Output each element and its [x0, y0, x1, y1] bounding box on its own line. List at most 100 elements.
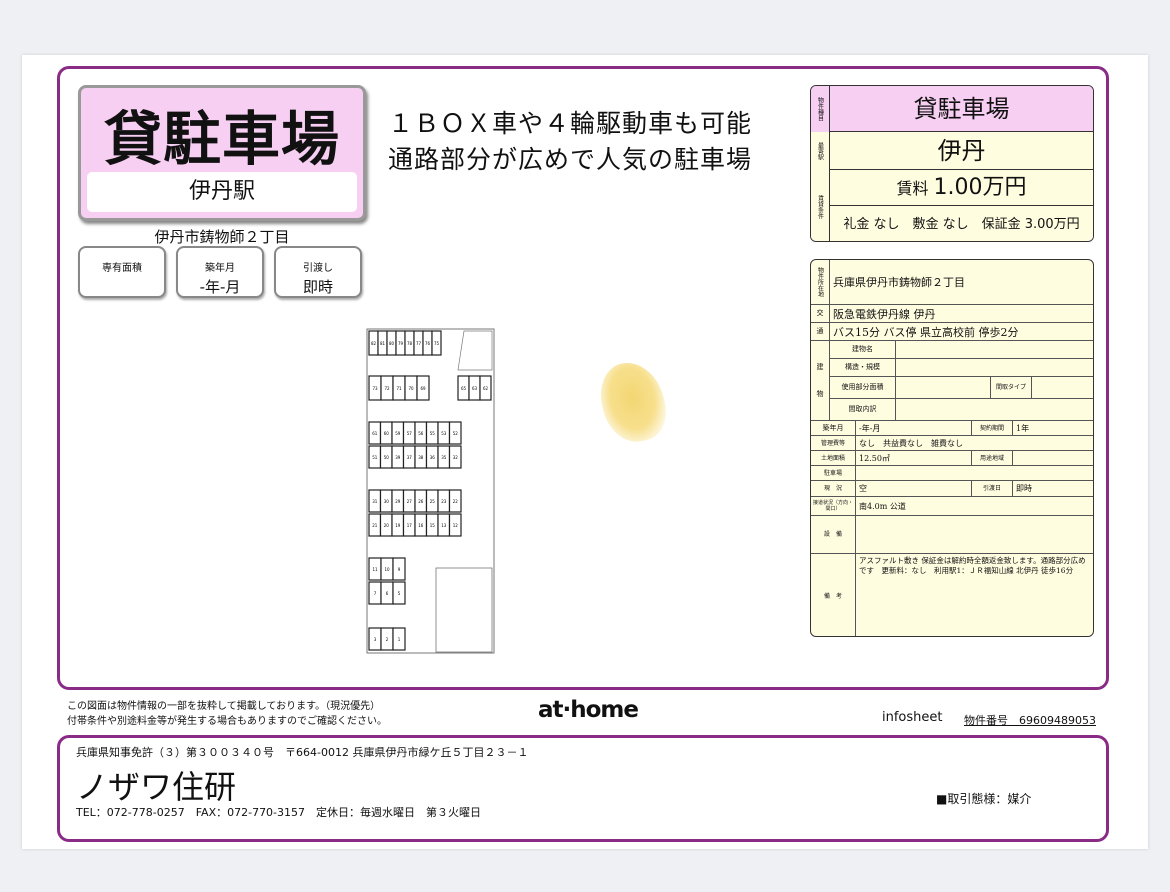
land-label: 土地面積: [811, 451, 856, 465]
parking-slot-label: 70: [408, 386, 414, 391]
parking-slot-label: 55: [430, 431, 436, 436]
summary-station: 伊丹: [830, 132, 1093, 170]
layout-detail-label: 間取内訳: [830, 399, 896, 420]
parking-slot-label: 11: [372, 567, 378, 572]
row-transport-1: 交 阪急電鉄伊丹線 伊丹: [811, 305, 1093, 323]
parking-slot-label: 75: [434, 341, 440, 346]
side-building: 建 物: [811, 341, 830, 421]
parking-slot-label: 9: [398, 567, 401, 572]
side-type: 物件種目: [811, 86, 830, 132]
parking-slot-label: 78: [407, 341, 413, 346]
summary-type: 貸駐車場: [830, 86, 1093, 132]
row-structure: 構造・規模: [830, 359, 1093, 377]
title-card: 貸駐車場 伊丹駅: [78, 85, 366, 221]
built-label: 築年月: [811, 421, 856, 435]
built-value: -年-月: [859, 423, 881, 433]
parking-plan: 82 81 80 79 78 77 76 7573 72 71 70 69 65 63 6261 60 59 57…: [366, 328, 495, 654]
parking-slot-label: 7: [374, 591, 377, 596]
parking-slot-label: 37: [407, 455, 413, 460]
parking-slot-label: 6: [386, 591, 389, 596]
parking-slot-label: 73: [372, 386, 378, 391]
parking-slot-label: 23: [441, 499, 447, 504]
row-built: 築年月 -年-月 契約期間 1年: [811, 421, 1093, 436]
row-equipment: 設 備: [811, 516, 1093, 554]
parking-slot-label: 35: [441, 455, 447, 460]
status-value: 空: [859, 484, 867, 493]
parking-slot-label: 62: [483, 386, 489, 391]
summary-rent: 賃料 1.00万円: [830, 170, 1093, 206]
floor-area-label: 使用部分面積: [830, 377, 896, 398]
pill-handover-value: 即時: [302, 278, 333, 296]
parking-slot-label: 51: [372, 455, 378, 460]
trade-type: ■取引態様：媒介: [936, 792, 1032, 806]
parking-slot-label: 5: [398, 591, 401, 596]
row-floor-area: 使用部分面積 間取タイプ: [830, 377, 1093, 399]
catchcopy: １ＢＯＸ車や４輪駆動車も可能 通路部分が広めで人気の駐車場: [380, 106, 760, 178]
side-building-2: 物: [816, 389, 824, 398]
parking-slot-label: 13: [441, 523, 447, 528]
parking-slot-label: 20: [384, 523, 390, 528]
parking-slot-label: 30: [384, 499, 390, 504]
parking-slot-label: 25: [430, 499, 436, 504]
parking-slot-label: 61: [372, 431, 378, 436]
pill-built-label: 築年月: [205, 263, 235, 274]
parking-slot-label: 31: [372, 499, 378, 504]
parking-slot-label: 63: [472, 386, 478, 391]
disclaimer-line-1: この図面は物件情報の一部を抜粋して掲載しております。（現況優先）: [67, 701, 381, 712]
parking-slot-label: 17: [407, 523, 413, 528]
disclaimer-line-2: 付帯条件や別途料金等が発生する場合もありますのでご確認ください。: [67, 716, 387, 727]
company-name: ノザワ住研: [76, 768, 237, 806]
detail-table: 物件所在地 兵庫県伊丹市鋳物師２丁目 交 阪急電鉄伊丹線 伊丹 通 バス15分 …: [810, 259, 1094, 637]
disclaimer: この図面は物件情報の一部を抜粋して掲載しております。（現況優先） 付帯条件や別途…: [67, 699, 387, 729]
handover-value: 即時: [1016, 484, 1032, 493]
row-fee: 管理費等 なし 共益費なし 雑費なし: [811, 436, 1093, 451]
summary-box: 物件種目 貸駐車場 最寄駅 伊丹 賃貸条件 賃料 1.00万円 礼金 なし 敷金…: [810, 85, 1094, 242]
parking-slot-label: 22: [453, 499, 459, 504]
row-building-name: 建物名: [830, 341, 1093, 359]
parking-slot-label: 16: [418, 523, 424, 528]
parking-slot-label: 53: [441, 431, 447, 436]
parking-slot-label: 29: [395, 499, 401, 504]
parking-slot-label: 19: [395, 523, 401, 528]
station-label: 伊丹駅: [87, 172, 357, 212]
property-type-title: 貸駐車場: [103, 105, 340, 173]
land-value: 12.50㎡: [859, 453, 890, 463]
transport-1: 阪急電鉄伊丹線 伊丹: [833, 307, 936, 321]
fee-label: 管理費等: [811, 436, 856, 450]
parking-slot-label: 77: [416, 341, 422, 346]
contract-value: 1年: [1016, 423, 1030, 433]
parking-slot-label: 27: [407, 499, 413, 504]
parking-slot-label: 52: [453, 431, 459, 436]
parking-slot-label: 56: [418, 431, 424, 436]
address-short: 伊丹市鋳物師２丁目: [154, 228, 290, 246]
parking-slot-label: 71: [396, 386, 402, 391]
side-terms: 賃貸条件: [811, 170, 830, 241]
zone-label: 用途地域: [971, 451, 1013, 465]
transport-2: バス15分 バス停 県立高校前 停歩2分: [833, 325, 1019, 339]
remarks-value: アスファルト敷き 保証金は解約時全額返金致します。通路部分広めです 更新料：なし…: [859, 556, 1086, 575]
road-value: 南4.0m 公道: [859, 501, 906, 511]
pill-built-value: -年-月: [199, 278, 241, 296]
row-remarks: 備 考 アスファルト敷き 保証金は解約時全額返金致します。通路部分広めです 更新…: [811, 554, 1093, 636]
parking-slot-label: 36: [430, 455, 436, 460]
status-label: 現 況: [811, 481, 856, 496]
parking-slot-label: 1: [398, 637, 401, 642]
parking-slot-label: 39: [395, 455, 401, 460]
equipment-label: 設 備: [811, 516, 856, 553]
parking-slot-label: 21: [372, 523, 378, 528]
pill-handover: 引渡し 即時: [274, 246, 362, 298]
contract-label: 契約期間: [971, 421, 1013, 435]
license-line: 兵庫県知事免許（３）第３００３４０号 〒664-0012 兵庫県伊丹市緑ケ丘５丁…: [76, 746, 529, 759]
parking-slot-label: 81: [380, 341, 386, 346]
parking-label: 駐車場: [811, 466, 856, 480]
parking-slot-label: 59: [395, 431, 401, 436]
fee-value: なし 共益費なし 雑費なし: [859, 438, 963, 448]
parking-slot-label: 57: [407, 431, 413, 436]
side-transport-1: 交: [811, 305, 830, 322]
pill-handover-label: 引渡し: [303, 263, 333, 274]
row-land: 土地面積 12.50㎡ 用途地域: [811, 451, 1093, 466]
parking-slot-label: 32: [453, 455, 459, 460]
parking-slot-label: 26: [418, 499, 424, 504]
parking-slot-label: 82: [371, 341, 377, 346]
parking-slot-label: 38: [418, 455, 424, 460]
